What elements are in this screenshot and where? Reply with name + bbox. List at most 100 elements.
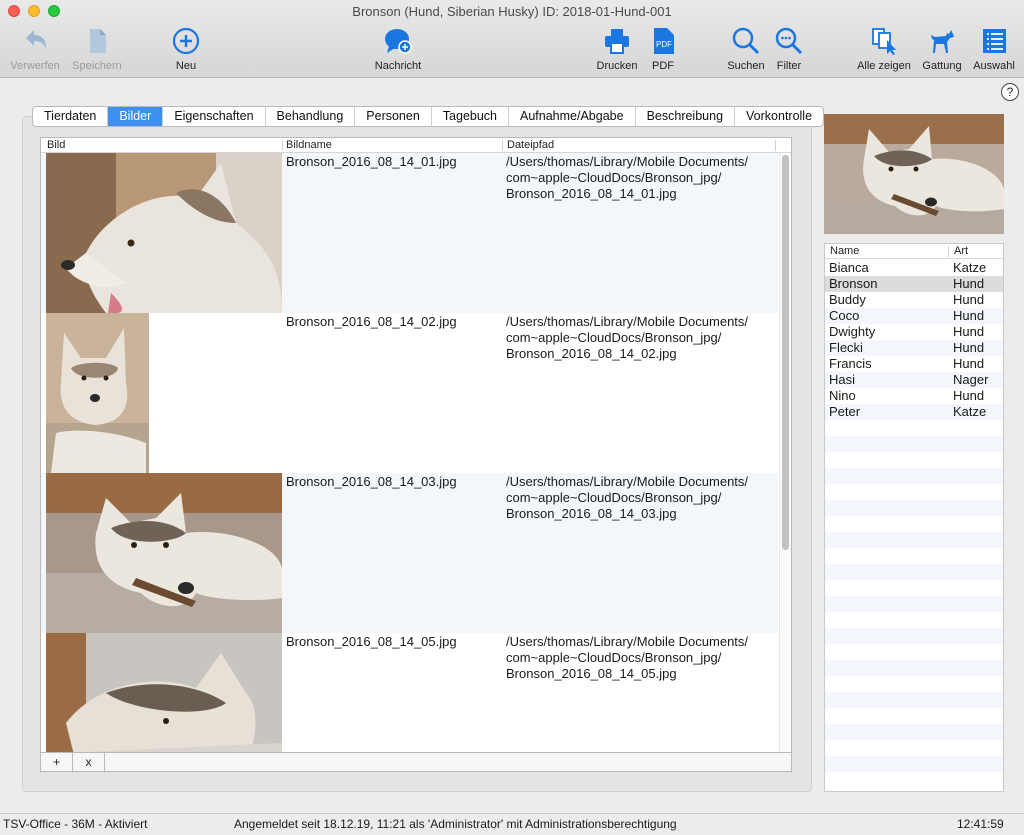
printer-icon — [605, 29, 629, 54]
table-row[interactable]: Bronson_2016_08_14_02.jpg /Users/thomas/… — [41, 313, 778, 473]
list-item[interactable]: Nino Hund — [825, 388, 1003, 404]
search-label: Suchen — [727, 60, 765, 72]
column-header-name[interactable]: Name — [830, 245, 859, 257]
image-path: /Users/thomas/Library/Mobile Documents/ … — [506, 154, 776, 202]
images-table-header: Bild Bildname Dateipfad — [41, 138, 791, 153]
empty-list-row — [825, 500, 1003, 516]
column-header-bild[interactable]: Bild — [47, 139, 65, 151]
discard-label: Verwerfen — [10, 60, 60, 72]
image-path-line: Bronson_2016_08_14_01.jpg — [506, 186, 677, 201]
list-item[interactable]: Coco Hund — [825, 308, 1003, 324]
filter-search-icon — [775, 27, 803, 55]
animal-name: Nino — [829, 388, 856, 403]
empty-list-row — [825, 532, 1003, 548]
discard-button[interactable]: Verwerfen — [6, 26, 64, 72]
tab-personen[interactable]: Personen — [355, 107, 432, 126]
animal-name: Francis — [829, 356, 872, 371]
image-path-line: com~apple~CloudDocs/Bronson_jpg/ — [506, 490, 722, 505]
image-filename: Bronson_2016_08_14_03.jpg — [286, 474, 457, 489]
table-row[interactable]: Bronson_2016_08_14_03.jpg /Users/thomas/… — [41, 473, 778, 633]
dog-photo-thumbnail — [46, 313, 149, 473]
image-path-line: Bronson_2016_08_14_05.jpg — [506, 666, 677, 681]
show-all-button[interactable]: Alle zeigen — [854, 26, 914, 72]
list-item[interactable]: Buddy Hund — [825, 292, 1003, 308]
save-label: Speichern — [72, 60, 122, 72]
image-filename: Bronson_2016_08_14_05.jpg — [286, 634, 457, 649]
column-divider — [948, 246, 949, 257]
column-header-art[interactable]: Art — [954, 245, 968, 257]
column-divider — [775, 140, 776, 151]
table-row[interactable]: Bronson_2016_08_14_01.jpg /Users/thomas/… — [41, 153, 778, 313]
image-path-line: /Users/thomas/Library/Mobile Documents/ — [506, 154, 749, 169]
animal-name: Bianca — [829, 260, 869, 275]
dog-photo-thumbnail — [46, 473, 282, 633]
help-button[interactable]: ? — [1001, 83, 1019, 101]
list-item[interactable]: Flecki Hund — [825, 340, 1003, 356]
svg-text:PDF: PDF — [656, 40, 672, 49]
empty-list-row — [825, 420, 1003, 436]
show-all-label: Alle zeigen — [857, 60, 911, 72]
column-divider — [282, 140, 283, 151]
message-button[interactable]: Nachricht — [368, 26, 428, 72]
animal-list-header: Name Art — [825, 244, 1003, 259]
tab-tagebuch[interactable]: Tagebuch — [432, 107, 510, 126]
image-path: /Users/thomas/Library/Mobile Documents/ … — [506, 474, 776, 522]
chat-bubble-icon — [385, 29, 412, 54]
tab-beschreibung[interactable]: Beschreibung — [636, 107, 736, 126]
animal-preview-photo — [824, 114, 1004, 234]
dog-photo-thumbnail — [46, 633, 282, 752]
list-item[interactable]: Peter Katze — [825, 404, 1003, 420]
tab-aufnahme-abgabe[interactable]: Aufnahme/Abgabe — [509, 107, 636, 126]
empty-list-row — [825, 708, 1003, 724]
animal-name: Peter — [829, 404, 861, 419]
table-row[interactable]: Bronson_2016_08_14_05.jpg /Users/thomas/… — [41, 633, 778, 752]
tab-behandlung[interactable]: Behandlung — [266, 107, 356, 126]
filter-label: Filter — [776, 60, 802, 72]
animal-species: Nager — [953, 372, 989, 387]
empty-list-row — [825, 644, 1003, 660]
tab-tierdaten[interactable]: Tierdaten — [33, 107, 109, 126]
pdf-icon: PDF — [654, 28, 674, 54]
tab-bilder[interactable]: Bilder — [108, 107, 164, 126]
dog-icon — [931, 30, 954, 53]
documents-pointer-icon — [872, 28, 896, 55]
save-button[interactable]: Speichern — [68, 26, 126, 72]
image-path-line: com~apple~CloudDocs/Bronson_jpg/ — [506, 650, 722, 665]
filter-button[interactable]: Filter — [772, 26, 806, 72]
tab-vorkontrolle[interactable]: Vorkontrolle — [735, 107, 823, 126]
selection-button[interactable]: Auswahl — [970, 26, 1018, 72]
status-bar: TSV-Office - 36M - Aktiviert Angemeldet … — [0, 813, 1024, 835]
empty-list-row — [825, 516, 1003, 532]
new-button[interactable]: Neu — [166, 26, 206, 72]
empty-list-row — [825, 676, 1003, 692]
tab-eigenschaften[interactable]: Eigenschaften — [163, 107, 266, 126]
print-button[interactable]: Drucken — [594, 26, 640, 72]
scrollbar-thumb[interactable] — [782, 155, 789, 550]
list-item[interactable]: Dwighty Hund — [825, 324, 1003, 340]
column-header-dateipfad[interactable]: Dateipfad — [507, 139, 554, 151]
empty-list-row — [825, 724, 1003, 740]
animal-list[interactable]: Name Art Bianca Katze Bronson Hund Buddy Hund… — [824, 243, 1004, 792]
images-table-scrollbar[interactable] — [779, 153, 791, 752]
search-button[interactable]: Suchen — [726, 26, 766, 72]
empty-list-row — [825, 580, 1003, 596]
list-item[interactable]: Bronson Hund — [825, 276, 1003, 292]
image-path-line: com~apple~CloudDocs/Bronson_jpg/ — [506, 170, 722, 185]
list-item[interactable]: Hasi Nager — [825, 372, 1003, 388]
remove-image-button[interactable]: x — [73, 753, 105, 771]
column-divider — [502, 140, 503, 151]
list-item[interactable]: Francis Hund — [825, 356, 1003, 372]
add-image-button[interactable]: + — [41, 753, 73, 771]
column-header-bildname[interactable]: Bildname — [286, 139, 332, 151]
list-icon — [983, 29, 1006, 53]
pdf-button[interactable]: PDF PDF — [646, 26, 680, 72]
undo-arrow-icon — [26, 30, 46, 48]
animal-species: Hund — [953, 388, 985, 403]
genus-button[interactable]: Gattung — [920, 26, 964, 72]
list-item[interactable]: Bianca Katze — [825, 260, 1003, 276]
window-title: Bronson (Hund, Siberian Husky) ID: 2018-… — [352, 4, 672, 19]
images-table[interactable]: Bild Bildname Dateipfad Bronson_2016_08_… — [40, 137, 792, 753]
image-filename: Bronson_2016_08_14_02.jpg — [286, 314, 457, 329]
image-path-line: /Users/thomas/Library/Mobile Documents/ — [506, 314, 749, 329]
title-toolbar: Bronson (Hund, Siberian Husky) ID: 2018-… — [0, 0, 1024, 78]
